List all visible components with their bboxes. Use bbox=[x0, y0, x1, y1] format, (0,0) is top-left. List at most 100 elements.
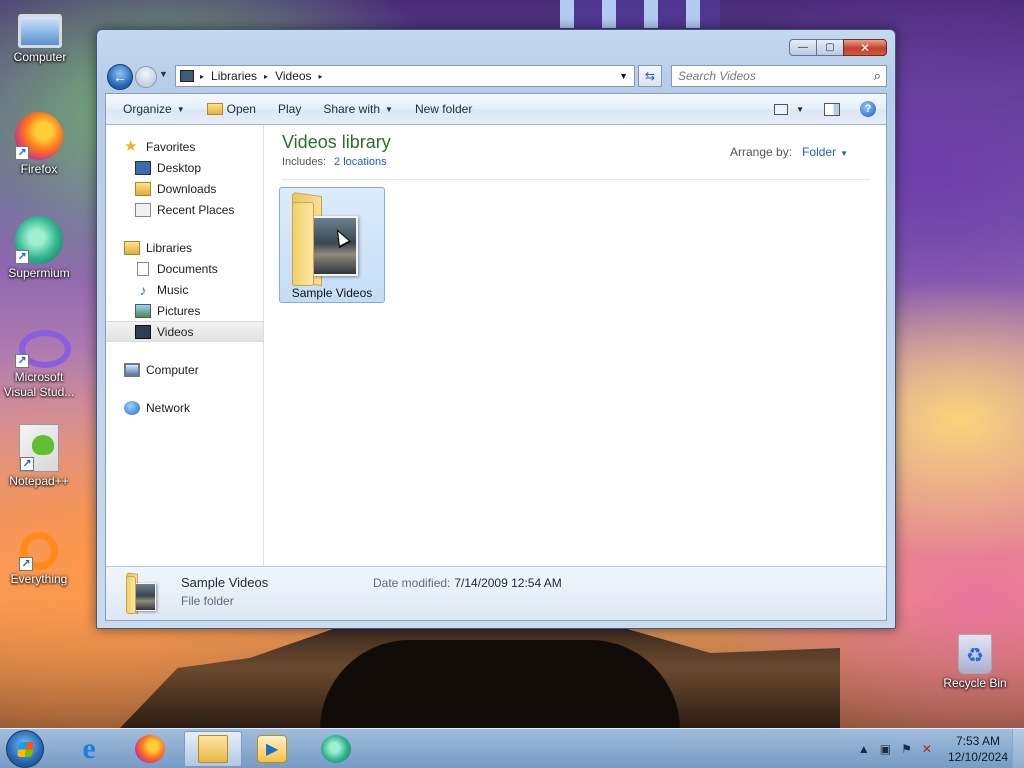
change-view-icon[interactable] bbox=[774, 103, 789, 115]
clock[interactable]: 7:53 AM 12/10/2024 bbox=[948, 733, 1008, 765]
details-item-type: File folder bbox=[181, 594, 234, 608]
minimize-button[interactable]: — bbox=[789, 39, 817, 56]
maximize-button[interactable]: ▢ bbox=[816, 39, 844, 56]
nav-item-label: Documents bbox=[157, 261, 218, 276]
taskbar-windows-explorer[interactable] bbox=[184, 731, 242, 767]
nav-item-recent-places[interactable]: Recent Places bbox=[106, 199, 263, 220]
folder-front-shape bbox=[292, 202, 314, 286]
library-content: Videos library Includes: 2 locations Arra… bbox=[265, 125, 886, 566]
action-center-flag-icon[interactable]: ⚑ bbox=[901, 742, 912, 756]
refresh-button[interactable]: ⇆ bbox=[638, 65, 662, 87]
clock-time: 7:53 AM bbox=[955, 734, 1000, 748]
notepadpp-icon: ↗ bbox=[19, 424, 59, 472]
desktop-icon-label: Computer bbox=[13, 50, 67, 64]
shortcut-arrow-icon: ↗ bbox=[15, 354, 29, 368]
help-icon[interactable]: ? bbox=[860, 101, 876, 117]
everything-icon: ↗ bbox=[19, 532, 58, 571]
clock-date: 12/10/2024 bbox=[947, 750, 1008, 764]
desktop-icon-everything[interactable]: ↗ Everything bbox=[1, 528, 77, 586]
nav-item-downloads[interactable]: Downloads bbox=[106, 178, 263, 199]
music-note-icon: ♪ bbox=[139, 281, 147, 298]
desktop-icon-computer[interactable]: Computer bbox=[2, 8, 78, 64]
explorer-window[interactable]: — ▢ ✕ ← ▼ ▸ Libraries ▸ Videos ▸ ▼ ⇆ ⌕ O… bbox=[96, 29, 896, 629]
breadcrumb-separator-icon[interactable]: ▸ bbox=[319, 72, 323, 81]
taskbar-supermium[interactable] bbox=[307, 731, 365, 767]
videos-library-icon bbox=[180, 70, 194, 82]
desktop-icon-notepadpp[interactable]: ↗ Notepad++ bbox=[1, 424, 77, 488]
taskbar-firefox[interactable] bbox=[121, 731, 179, 767]
forward-button[interactable] bbox=[135, 66, 157, 88]
nav-item-videos[interactable]: Videos bbox=[106, 321, 263, 342]
includes-locations-link[interactable]: 2 locations bbox=[334, 156, 387, 168]
address-bar[interactable]: ▸ Libraries ▸ Videos ▸ ▼ bbox=[175, 65, 635, 87]
address-dropdown-icon[interactable]: ▼ bbox=[619, 71, 628, 81]
recent-pages-dropdown[interactable]: ▼ bbox=[159, 69, 168, 79]
breadcrumb-separator-icon[interactable]: ▸ bbox=[264, 72, 268, 81]
new-folder-button[interactable]: New folder bbox=[404, 97, 483, 121]
media-player-icon bbox=[257, 735, 287, 763]
volume-muted-icon[interactable]: ✕ bbox=[922, 742, 932, 756]
search-box[interactable]: ⌕ bbox=[671, 65, 887, 87]
desktop-icon-supermium[interactable]: ↗ Supermium bbox=[1, 216, 77, 280]
documents-icon bbox=[137, 261, 149, 276]
taskbar-internet-explorer[interactable]: e bbox=[60, 731, 118, 767]
share-with-label: Share with bbox=[323, 102, 381, 116]
folder-thumbnail bbox=[134, 583, 156, 611]
breadcrumb-videos[interactable]: Videos bbox=[275, 69, 311, 83]
film-strip-icon bbox=[135, 324, 151, 339]
visual-studio-icon: ↗ bbox=[15, 320, 71, 368]
command-bar: Organize ▼ Open Play Share with ▼ New fold… bbox=[106, 94, 886, 125]
network-tray-icon[interactable]: ▣ bbox=[880, 742, 891, 756]
wallpaper-light-beams bbox=[560, 0, 720, 28]
show-desktop-button[interactable] bbox=[1012, 729, 1024, 768]
search-icon[interactable]: ⌕ bbox=[874, 68, 881, 84]
arrange-by-dropdown[interactable]: Folder bbox=[802, 145, 836, 159]
share-with-button[interactable]: Share with ▼ bbox=[312, 97, 404, 121]
breadcrumb-separator-icon[interactable]: ▸ bbox=[200, 72, 204, 81]
recent-places-icon bbox=[135, 202, 151, 217]
nav-item-music[interactable]: ♪ Music bbox=[106, 279, 263, 300]
back-arrow-icon: ← bbox=[113, 69, 127, 85]
desktop-icon-label: Microsoft Visual Stud... bbox=[3, 370, 75, 399]
nav-item-libraries[interactable]: Libraries bbox=[106, 237, 263, 258]
play-button[interactable]: Play bbox=[267, 97, 312, 121]
shortcut-arrow-icon: ↗ bbox=[15, 146, 29, 160]
nav-item-favorites[interactable]: ★ Favorites bbox=[106, 136, 263, 157]
nav-item-network[interactable]: Network bbox=[106, 397, 263, 418]
organize-label: Organize bbox=[123, 102, 172, 116]
desktop-icon-firefox[interactable]: ↗ Firefox bbox=[1, 112, 77, 176]
details-pane: Sample Videos Date modified: 7/14/2009 12… bbox=[106, 566, 886, 620]
video-folder-icon bbox=[292, 191, 372, 287]
details-date-modified: Date modified: 7/14/2009 12:54 AM bbox=[373, 576, 562, 590]
desktop-icon bbox=[135, 160, 151, 175]
computer-icon bbox=[18, 14, 62, 48]
back-button[interactable]: ← bbox=[107, 64, 133, 90]
libraries-icon bbox=[124, 240, 140, 255]
folder-item-sample-videos[interactable]: Sample Videos bbox=[279, 187, 385, 303]
show-hidden-icons-chevron-icon[interactable]: ▲ bbox=[858, 742, 870, 756]
chevron-down-icon[interactable]: ▼ bbox=[840, 149, 848, 158]
video-folder-icon bbox=[126, 572, 158, 615]
open-button[interactable]: Open bbox=[196, 97, 267, 121]
desktop-icon-label: Notepad++ bbox=[9, 474, 69, 488]
view-options-chevron-icon[interactable]: ▼ bbox=[796, 105, 804, 114]
close-button[interactable]: ✕ bbox=[843, 39, 887, 56]
nav-item-computer[interactable]: Computer bbox=[106, 359, 263, 380]
desktop-icon-recycle-bin[interactable]: Recycle Bin bbox=[937, 630, 1013, 690]
breadcrumb-libraries[interactable]: Libraries bbox=[211, 69, 257, 83]
taskbar: e ▲ ▣ ⚑ ✕ 7:53 AM 12/10/2024 bbox=[0, 728, 1024, 768]
preview-pane-icon[interactable] bbox=[824, 102, 840, 116]
nav-item-label: Desktop bbox=[157, 160, 202, 175]
firefox-icon bbox=[135, 735, 165, 763]
search-input[interactable] bbox=[678, 69, 874, 83]
arrange-by: Arrange by: Folder ▼ bbox=[730, 145, 848, 159]
organize-button[interactable]: Organize ▼ bbox=[112, 97, 196, 121]
new-folder-label: New folder bbox=[414, 102, 473, 116]
taskbar-media-player[interactable] bbox=[243, 731, 301, 767]
nav-item-desktop[interactable]: Desktop bbox=[106, 157, 263, 178]
navigation-pane: ★ Favorites Desktop Downloads Recent Plac… bbox=[106, 125, 264, 566]
nav-item-documents[interactable]: Documents bbox=[106, 258, 263, 279]
desktop-icon-visual-studio[interactable]: ↗ Microsoft Visual Stud... bbox=[1, 320, 77, 400]
nav-item-pictures[interactable]: Pictures bbox=[106, 300, 263, 321]
start-button[interactable] bbox=[6, 730, 44, 768]
